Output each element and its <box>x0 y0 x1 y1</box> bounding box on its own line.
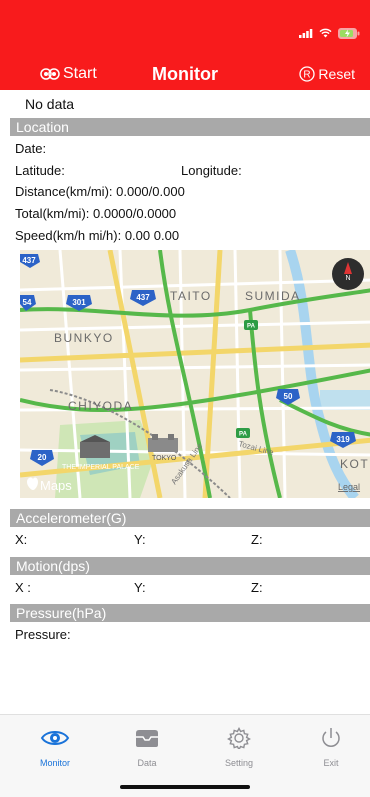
total-label: Total(km/mi): <box>15 206 93 221</box>
tray-icon <box>136 730 158 747</box>
latitude-label: Latitude: <box>15 163 65 178</box>
accel-x-label: X: <box>15 532 28 547</box>
tab-exit[interactable]: Exit <box>296 727 366 768</box>
wifi-icon <box>319 28 332 38</box>
location-section-header: Location <box>10 118 370 136</box>
start-icon <box>40 68 60 80</box>
svg-text:R: R <box>304 70 311 81</box>
tab-data[interactable]: Data <box>112 727 182 768</box>
total-value: 0.0000/0.0000 <box>93 206 177 221</box>
longitude-label: Longitude: <box>181 163 242 178</box>
map-label-imperial-palace: THE IMPERIAL PALACE <box>62 464 140 471</box>
route-shield-437-a: 437 <box>22 256 36 265</box>
status-text: No data <box>25 96 75 112</box>
tab-setting[interactable]: Setting <box>204 727 274 768</box>
route-shield-319: 319 <box>336 435 350 444</box>
pa-badge-2: PA <box>239 432 248 438</box>
accelerometer-section-header: Accelerometer(G) <box>10 509 370 527</box>
map-label-chiyoda: CHIYODA <box>68 399 133 413</box>
gear-icon <box>227 727 251 751</box>
cellular-signal-icon <box>299 29 313 38</box>
legal-link: Legal <box>338 482 360 492</box>
maps-attribution: Maps <box>40 478 72 493</box>
total-row: Total(km/mi): 0.0000/0.0000 <box>15 206 176 221</box>
start-label: Start <box>63 65 97 82</box>
reset-label: Reset <box>318 66 355 82</box>
map-view[interactable]: TAITO SUMIDA BUNKYO CHIYODA KOT THE IMPE… <box>20 250 370 498</box>
motion-x-label: X : <box>15 580 31 595</box>
power-icon <box>322 728 340 747</box>
tab-setting-label: Setting <box>224 758 254 768</box>
route-shield-54: 54 <box>23 298 32 307</box>
distance-row: Distance(km/mi): 0.000/0.000 <box>15 184 185 199</box>
map-label-taito: TAITO <box>170 289 212 303</box>
tab-data-label: Data <box>137 758 157 768</box>
speed-row: Speed(km/h mi/h): 0.00 0.00 <box>15 228 179 243</box>
map-label-bunkyo: BUNKYO <box>54 331 114 345</box>
reset-icon: R <box>299 66 316 82</box>
route-shield-301: 301 <box>72 298 86 307</box>
map-label-tokyo: TOKYO <box>152 455 177 462</box>
header-row: Start Monitor R Reset <box>0 58 370 90</box>
pressure-label: Pressure: <box>15 627 71 642</box>
date-label: Date: <box>15 141 47 156</box>
tab-exit-label: Exit <box>323 758 339 768</box>
motion-z-label: Z: <box>251 580 263 595</box>
pressure-section-header: Pressure(hPa) <box>10 604 370 622</box>
route-shield-50: 50 <box>284 392 293 401</box>
battery-charging-icon <box>338 27 360 39</box>
compass-icon: N <box>332 258 364 290</box>
accel-z-label: Z: <box>251 532 263 547</box>
map-label-kot: KOT <box>340 457 369 471</box>
pa-badge-1: PA <box>247 324 256 330</box>
distance-label: Distance(km/mi): <box>15 184 117 199</box>
speed-value: 0.00 0.00 <box>124 228 180 243</box>
speed-label: Speed(km/h mi/h): <box>15 228 125 243</box>
compass-north-label: N <box>345 275 350 282</box>
reset-button[interactable]: R Reset <box>299 66 355 82</box>
start-button[interactable]: Start <box>40 65 97 83</box>
tab-monitor[interactable]: Monitor <box>20 727 90 768</box>
map-canvas: TAITO SUMIDA BUNKYO CHIYODA KOT THE IMPE… <box>20 250 370 498</box>
motion-y-label: Y: <box>134 580 146 595</box>
navigation-header: Start Monitor R Reset <box>0 0 370 90</box>
status-bar-icons <box>299 26 360 40</box>
map-label-sumida: SUMIDA <box>245 289 301 303</box>
home-indicator <box>120 785 250 789</box>
eye-icon <box>40 731 70 745</box>
tab-monitor-label: Monitor <box>39 758 70 768</box>
route-shield-20: 20 <box>38 453 47 462</box>
motion-section-header: Motion(dps) <box>10 557 370 575</box>
accel-y-label: Y: <box>134 532 146 547</box>
route-shield-437-b: 437 <box>136 293 150 302</box>
distance-value: 0.000/0.000 <box>116 184 185 199</box>
